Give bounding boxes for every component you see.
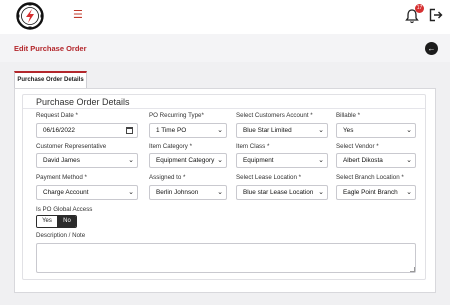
request-date-input[interactable]: 06/16/2022 (36, 123, 138, 138)
payment-method-value: Charge Account (43, 189, 89, 196)
logout-icon[interactable] (429, 8, 443, 22)
payment-method-select[interactable]: Charge Account ⌄ (36, 185, 138, 200)
toggle-yes-option[interactable]: Yes (37, 216, 57, 227)
chevron-down-icon: ⌄ (128, 157, 134, 164)
item-category-value: Equipment Category (156, 157, 215, 164)
vendor-label: Select Vendor * (336, 143, 379, 150)
chevron-down-icon: ⌄ (217, 127, 223, 134)
billable-value: Yes (343, 127, 354, 134)
vendor-value: Albert Dikosta (343, 157, 383, 164)
item-category-label: Item Category * (149, 143, 192, 150)
po-recurring-type-label: PO Recurring Type* (149, 112, 204, 119)
item-class-value: Equipment (243, 157, 274, 164)
assigned-to-select[interactable]: Berlin Johnson ⌄ (149, 185, 227, 200)
chevron-down-icon: ⌄ (406, 189, 412, 196)
lease-location-value: Blue star Lease Location (243, 189, 314, 196)
item-category-select[interactable]: Equipment Category ⌄ (149, 153, 227, 168)
chevron-down-icon: ⌄ (217, 189, 223, 196)
po-recurring-type-value: 1 Time PO (156, 127, 187, 134)
top-bar: ☰ 17 (0, 0, 450, 34)
chevron-down-icon: ⌄ (406, 127, 412, 134)
toggle-no-option[interactable]: No (57, 216, 76, 227)
item-class-select[interactable]: Equipment ⌄ (236, 153, 328, 168)
resize-handle[interactable] (410, 267, 415, 272)
customers-account-value: Blue Star Limited (243, 127, 292, 134)
po-global-access-toggle[interactable]: Yes No (36, 215, 77, 228)
chevron-down-icon: ⌄ (128, 189, 134, 196)
chevron-down-icon: ⌄ (318, 157, 324, 164)
po-global-access-label: Is PO Global Access (36, 206, 93, 213)
customers-account-label: Select Customers Account * (236, 112, 313, 119)
branch-location-select[interactable]: Eagle Point Branch ⌄ (336, 185, 416, 200)
branch-location-value: Eagle Point Branch (343, 189, 398, 196)
po-recurring-type-select[interactable]: 1 Time PO ⌄ (149, 123, 227, 138)
customer-representative-label: Customer Representative (36, 143, 107, 150)
billable-label: Billable * (336, 112, 361, 119)
request-date-label: Request Date * (36, 112, 78, 119)
description-label: Description / Note (36, 232, 86, 239)
branch-location-label: Select Branch Location * (336, 174, 404, 181)
back-arrow-icon[interactable]: ← (425, 42, 438, 55)
lease-location-select[interactable]: Blue star Lease Location ⌄ (236, 185, 328, 200)
section-title: Purchase Order Details (36, 97, 130, 107)
customer-representative-select[interactable]: David James ⌄ (36, 153, 138, 168)
hamburger-icon[interactable]: ☰ (73, 8, 83, 22)
vendor-select[interactable]: Albert Dikosta ⌄ (336, 153, 416, 168)
logo-icon[interactable] (16, 2, 44, 30)
request-date-value: 06/16/2022 (43, 127, 75, 134)
item-class-label: Item Class * (236, 143, 270, 150)
chevron-down-icon: ⌄ (217, 157, 223, 164)
divider (23, 108, 425, 109)
tab-purchase-order-details[interactable]: Purchase Order Details (14, 71, 87, 88)
customer-representative-value: David James (43, 157, 80, 164)
calendar-icon[interactable] (126, 127, 133, 134)
chevron-down-icon: ⌄ (406, 157, 412, 164)
lease-location-label: Select Lease Location * (236, 174, 302, 181)
chevron-down-icon: ⌄ (318, 189, 324, 196)
description-textarea[interactable] (36, 243, 416, 273)
assigned-to-label: Assigned to * (149, 174, 186, 181)
chevron-down-icon: ⌄ (318, 127, 324, 134)
payment-method-label: Payment Method * (36, 174, 87, 181)
billable-select[interactable]: Yes ⌄ (336, 123, 416, 138)
customers-account-select[interactable]: Blue Star Limited ⌄ (236, 123, 328, 138)
notification-badge: 17 (415, 4, 424, 13)
page-title: Edit Purchase Order (14, 44, 87, 53)
assigned-to-value: Berlin Johnson (156, 189, 199, 196)
